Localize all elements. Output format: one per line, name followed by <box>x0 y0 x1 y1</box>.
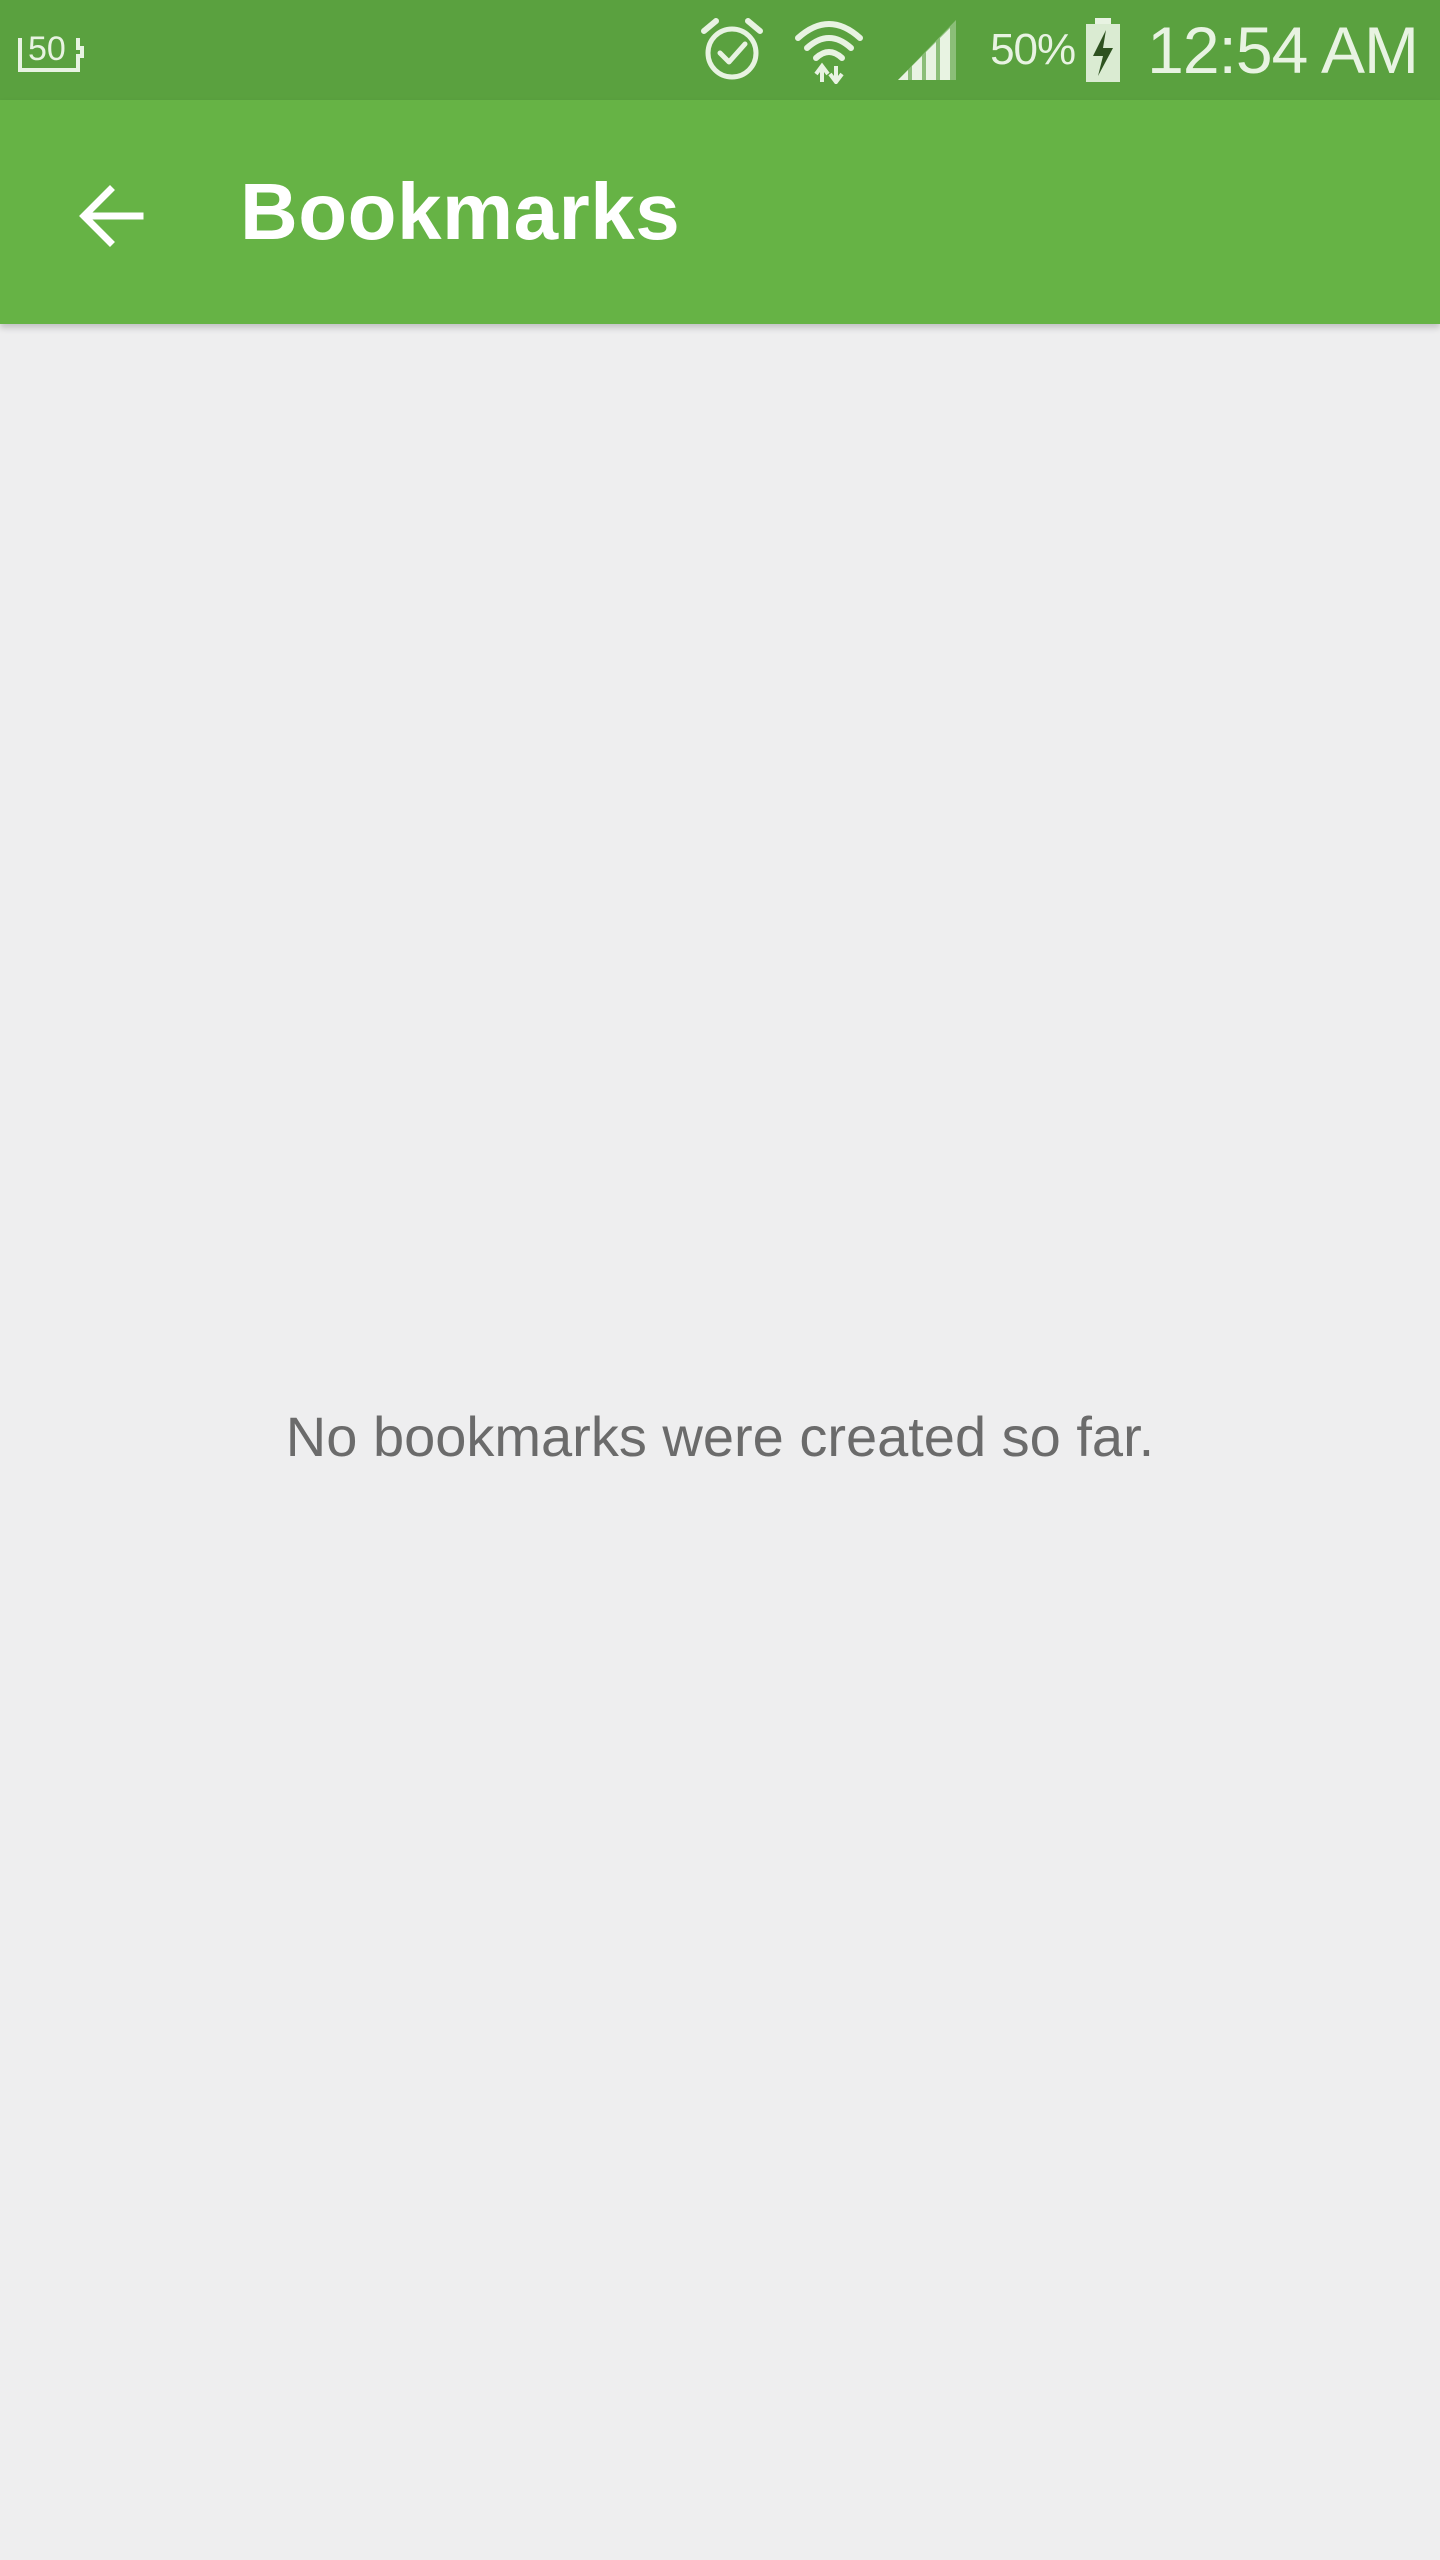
status-bar: 50 50% 12:54 AM <box>0 0 1440 100</box>
battery-charging-icon <box>1086 18 1121 82</box>
page-title: Bookmarks <box>240 167 681 256</box>
app-bar: Bookmarks <box>0 100 1440 324</box>
clock-time: 12:54 AM <box>1147 13 1419 87</box>
storage-50-icon: 50 <box>18 30 84 72</box>
arrow-back-icon <box>79 185 144 247</box>
empty-state-message: No bookmarks were created so far. <box>285 1405 1155 1468</box>
signal-icon <box>898 20 957 80</box>
status-icons: 50% 12:54 AM <box>700 0 1419 100</box>
svg-text:50: 50 <box>28 30 66 68</box>
wifi-icon <box>795 21 864 84</box>
battery-percent: 50% <box>990 25 1076 74</box>
alarm-icon <box>701 18 764 80</box>
back-button[interactable] <box>62 166 162 266</box>
